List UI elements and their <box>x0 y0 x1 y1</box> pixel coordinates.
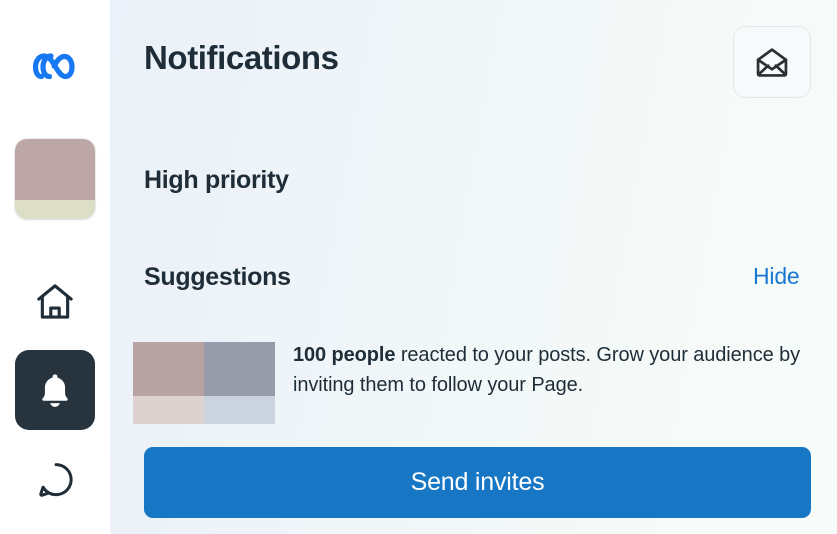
bell-icon <box>35 370 75 410</box>
mark-all-read-button[interactable] <box>733 26 811 98</box>
suggestion-text-highlight: 100 people <box>293 344 395 366</box>
sidebar-item-notifications[interactable] <box>15 350 95 430</box>
sidebar-item-messages[interactable] <box>15 440 95 520</box>
envelope-open-icon <box>753 43 791 81</box>
section-title-suggestions: Suggestions <box>144 265 291 290</box>
collage-tile-4 <box>204 396 275 424</box>
thumbnail-top-band <box>15 139 95 200</box>
hide-suggestions-link[interactable]: Hide <box>753 265 800 288</box>
suggestion-item: 100 people reacted to your posts. Grow y… <box>133 340 823 424</box>
meta-logo[interactable] <box>24 43 87 93</box>
home-icon <box>33 280 77 324</box>
chat-bubble-icon <box>33 458 77 502</box>
notifications-content: Notifications High priority Suggestions … <box>110 0 837 534</box>
sidebar-item-home[interactable] <box>15 262 95 342</box>
page-title: Notifications <box>144 41 339 74</box>
send-invites-button[interactable]: Send invites <box>144 447 811 518</box>
thumbnail-bottom-band <box>15 200 95 219</box>
collage-tile-3 <box>133 396 204 424</box>
profile-thumbnail[interactable] <box>15 139 95 219</box>
section-title-high-priority: High priority <box>144 168 289 193</box>
left-nav-rail <box>0 0 110 534</box>
suggestion-thumbnail-collage <box>133 342 275 424</box>
collage-tile-2 <box>204 342 275 396</box>
notifications-page: Notifications High priority Suggestions … <box>0 0 837 534</box>
collage-tile-1 <box>133 342 204 396</box>
suggestion-text: 100 people reacted to your posts. Grow y… <box>293 340 818 400</box>
